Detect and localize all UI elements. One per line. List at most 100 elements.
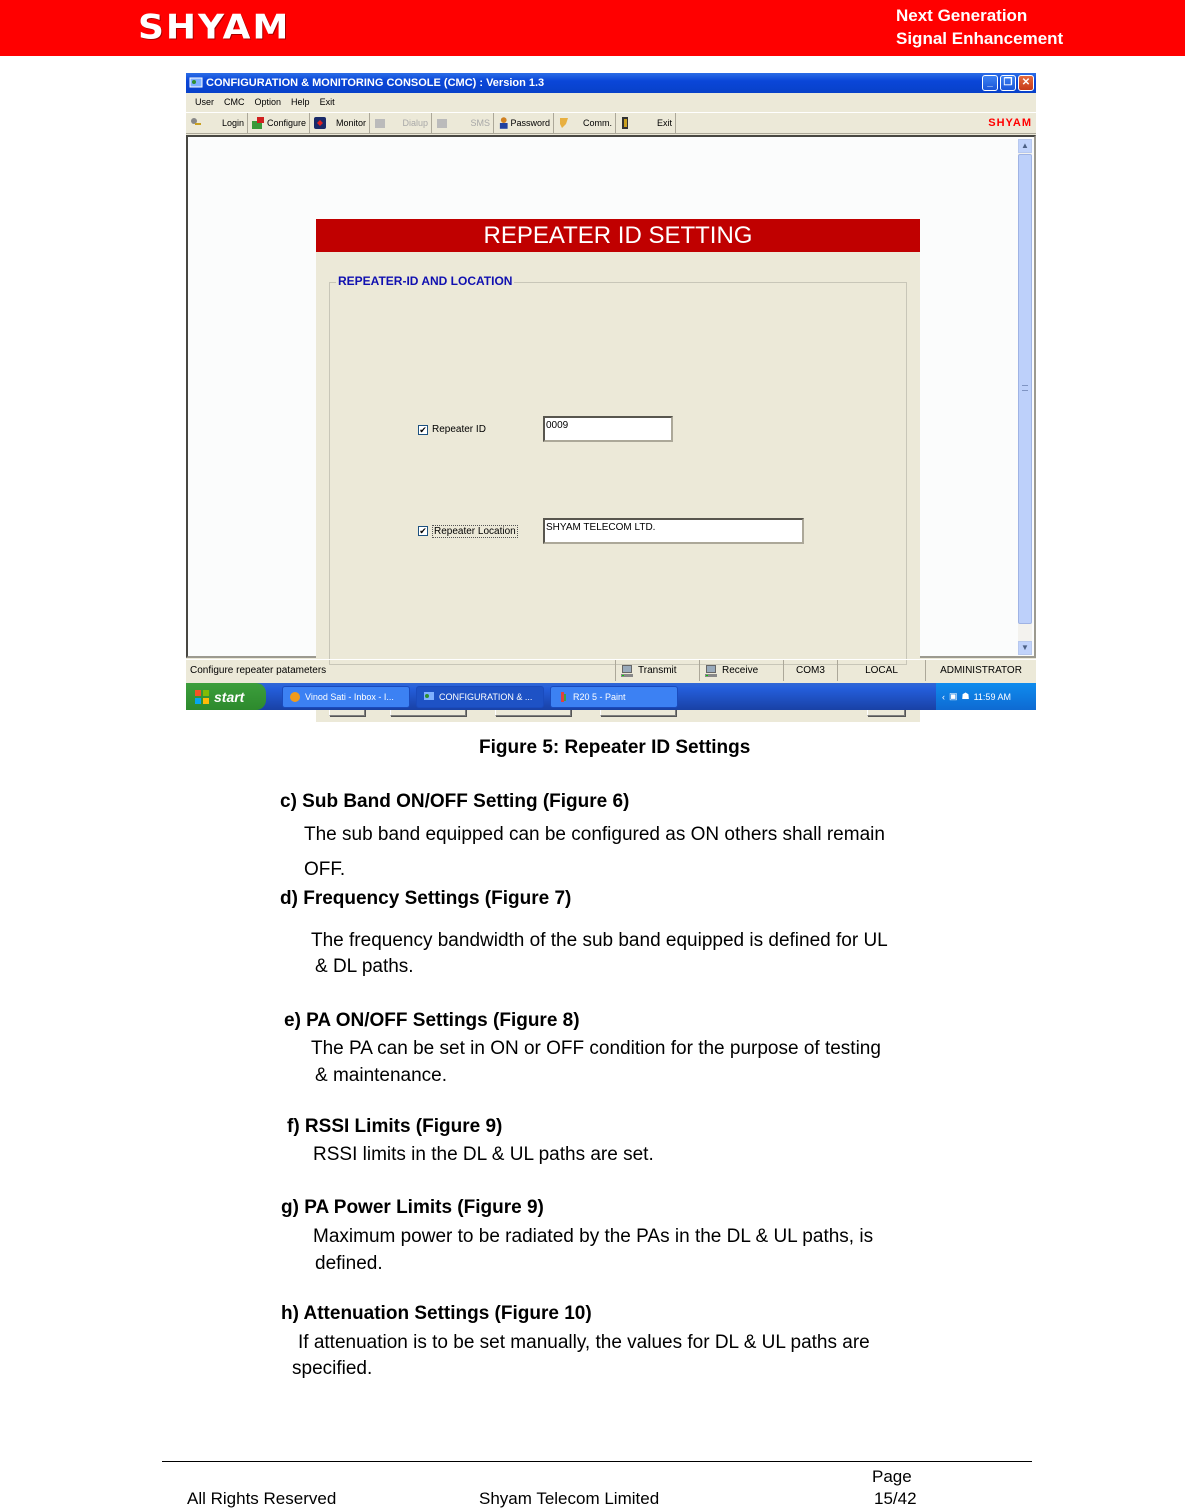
login-icon	[191, 118, 201, 125]
taskbar-item-label: CONFIGURATION & ...	[439, 691, 533, 702]
taskbar-item-label: R20 5 - Paint	[573, 691, 626, 702]
toolbar-configure-button[interactable]: Configure	[248, 113, 310, 133]
tagline: Next Generation Signal Enhancement	[896, 4, 1063, 50]
toolbar-dialup-button[interactable]: Dialup	[370, 113, 432, 133]
toolbar-configure-label: Configure	[266, 118, 306, 128]
section-body: & maintenance.	[315, 1065, 448, 1086]
start-button[interactable]: start	[186, 683, 266, 710]
tagline-line-1: Next Generation	[896, 6, 1028, 25]
monitor-icon	[314, 117, 326, 129]
scroll-up-button[interactable]: ▲	[1018, 139, 1032, 153]
tagline-line-2: Signal Enhancement	[896, 29, 1064, 48]
section-heading: e) PA ON/OFF Settings (Figure 8)	[284, 1010, 580, 1031]
toolbar-login-button[interactable]: Login	[186, 113, 248, 133]
menu-bar: User CMC Option Help Exit	[186, 93, 1036, 111]
menu-help[interactable]: Help	[286, 93, 315, 111]
repeater-id-dialog: REPEATER ID SETTING REPEATER-ID AND LOCA…	[316, 219, 920, 722]
client-area: REPEATER ID SETTING REPEATER-ID AND LOCA…	[186, 135, 1036, 722]
section-body: & DL paths.	[315, 956, 414, 977]
taskbar-item-inbox[interactable]: Vinod Sati - Inbox - I...	[282, 685, 410, 708]
taskbar: start Vinod Sati - Inbox - I... CONFIGUR…	[186, 683, 1036, 710]
repeater-location-input[interactable]: SHYAM TELECOM LTD.	[543, 518, 804, 544]
repeater-id-location-group: REPEATER-ID AND LOCATION ✔ Repeater ID 0…	[329, 274, 907, 665]
toolbar-comm-label: Comm.	[583, 118, 612, 128]
menu-option[interactable]: Option	[250, 93, 287, 111]
section-body: The frequency bandwidth of the sub band …	[311, 930, 888, 951]
cmc-app-icon	[424, 691, 434, 700]
comm-icon	[560, 118, 568, 128]
password-icon	[499, 117, 508, 129]
window-controls: _ ❐ ✕	[982, 75, 1034, 91]
close-window-button[interactable]: ✕	[1018, 75, 1034, 91]
menu-user[interactable]: User	[190, 93, 219, 111]
repeater-location-checkbox[interactable]: ✔	[418, 526, 428, 536]
toolbar-sms-button[interactable]: SMS	[432, 113, 494, 133]
footer-rights: All Rights Reserved	[187, 1489, 337, 1508]
toolbar-comm-button[interactable]: Comm.	[554, 113, 616, 133]
receive-label: Receive	[722, 664, 759, 676]
receive-computer-icon	[705, 664, 717, 677]
transmit-label: Transmit	[638, 664, 677, 676]
brand-logo: SHYAM	[138, 8, 291, 48]
tray-expand-icon[interactable]: ‹	[942, 692, 945, 702]
scrollbar-grip-icon	[1022, 385, 1028, 391]
scroll-down-button[interactable]: ▼	[1018, 641, 1032, 655]
status-bar: Configure repeater patameters Transmit R…	[186, 659, 1036, 681]
repeater-id-label: Repeater ID	[432, 424, 486, 435]
restore-button[interactable]: ❐	[1000, 75, 1016, 91]
section-heading: c) Sub Band ON/OFF Setting (Figure 6)	[280, 791, 630, 812]
figure-caption: Figure 5: Repeater ID Settings	[479, 737, 751, 758]
toolbar-monitor-button[interactable]: Monitor	[310, 113, 370, 133]
window-title: CONFIGURATION & MONITORING CONSOLE (CMC)…	[206, 77, 545, 89]
status-port: COM3	[784, 660, 838, 681]
section-heading: g) PA Power Limits (Figure 9)	[281, 1197, 544, 1218]
status-transmit: Transmit	[616, 660, 700, 681]
dialog-title: REPEATER ID SETTING	[316, 219, 920, 252]
toolbar-password-button[interactable]: Password	[494, 113, 554, 133]
menu-cmc[interactable]: CMC	[219, 93, 250, 111]
configure-icon	[252, 117, 264, 129]
window-titlebar: CONFIGURATION & MONITORING CONSOLE (CMC)…	[186, 73, 1036, 93]
dialup-icon	[375, 119, 385, 128]
footer-page-number: 15/42	[874, 1489, 917, 1508]
section-body: The PA can be set in ON or OFF condition…	[311, 1038, 881, 1059]
section-body: The sub band equipped can be configured …	[304, 824, 885, 845]
status-mode: LOCAL	[838, 660, 926, 681]
mail-client-icon	[290, 691, 300, 702]
status-message: Configure repeater patameters	[186, 660, 616, 681]
toolbar-brand-logo: SHYAM	[988, 117, 1032, 129]
start-label: start	[214, 688, 245, 705]
vertical-scrollbar[interactable]: ▲ ▼	[1018, 139, 1032, 655]
network-icon[interactable]: ▣	[949, 691, 958, 702]
repeater-id-checkbox[interactable]: ✔	[418, 425, 428, 435]
section-body: Maximum power to be radiated by the PAs …	[313, 1226, 874, 1247]
menu-exit[interactable]: Exit	[315, 93, 340, 111]
footer-divider	[162, 1461, 1032, 1462]
toolbar-exit-button[interactable]: Exit	[616, 113, 676, 133]
status-user: ADMINISTRATOR	[940, 664, 1022, 676]
taskbar-item-paint[interactable]: R20 5 - Paint	[550, 685, 678, 708]
transmit-computer-icon	[621, 664, 633, 677]
footer-company: Shyam Telecom Limited	[479, 1489, 660, 1508]
minimize-button[interactable]: _	[982, 75, 998, 91]
section-heading: h) Attenuation Settings (Figure 10)	[281, 1303, 592, 1324]
sms-icon	[437, 119, 447, 128]
windows-logo-icon	[195, 689, 209, 704]
user-status-icon[interactable]: ☗	[962, 691, 970, 702]
repeater-location-label: Repeater Location	[432, 525, 518, 538]
toolbar-dialup-label: Dialup	[402, 118, 428, 128]
section-body: RSSI limits in the DL & UL paths are set…	[313, 1144, 654, 1165]
taskbar-item-label: Vinod Sati - Inbox - I...	[305, 691, 394, 702]
taskbar-item-cmc[interactable]: CONFIGURATION & ...	[416, 685, 544, 708]
cmc-window: CONFIGURATION & MONITORING CONSOLE (CMC)…	[186, 73, 1036, 722]
repeater-id-input[interactable]: 0009	[543, 416, 673, 442]
toolbar-login-label: Login	[221, 118, 244, 128]
toolbar-password-label: Password	[510, 118, 550, 128]
paint-icon	[561, 691, 566, 702]
toolbar-exit-label: Exit	[656, 118, 672, 128]
section-body: If attenuation is to be set manually, th…	[298, 1332, 870, 1353]
system-tray: ‹ ▣ ☗ 11:59 AM	[936, 683, 1036, 710]
toolbar: Login Configure Monitor Dialup SMS Passw…	[186, 112, 1036, 134]
scrollbar-thumb[interactable]	[1018, 154, 1032, 624]
section-body: OFF.	[304, 859, 346, 880]
